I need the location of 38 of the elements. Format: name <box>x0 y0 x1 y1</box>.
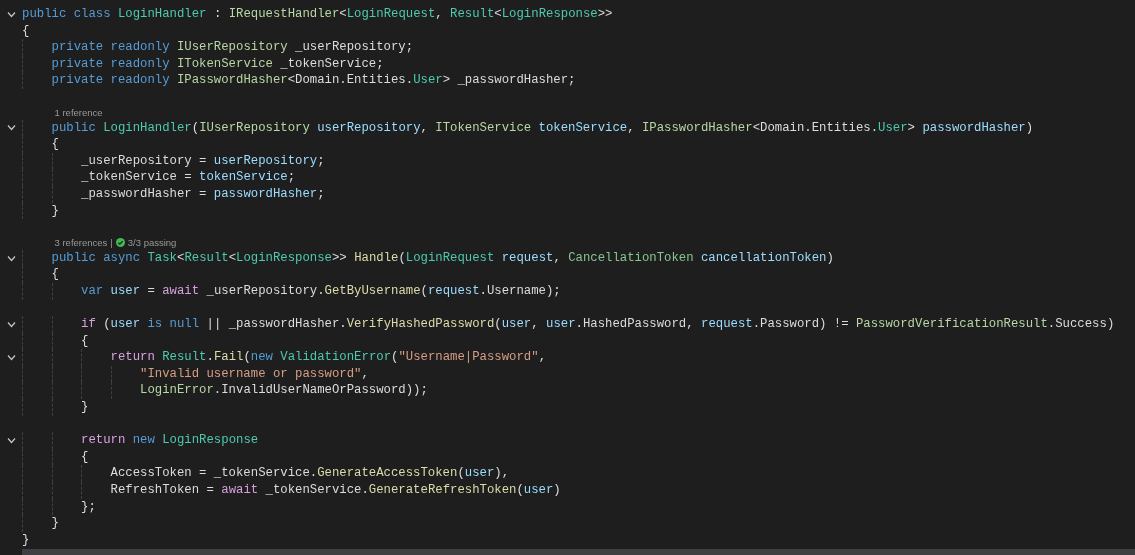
code-line: var user = await _userRepository.GetByUsername(request.Username); <box>22 282 561 300</box>
code-line: public async Task<Result<LoginResponse>> Handle(LoginRequest request, CancellationToken cancellationToken) <box>22 249 834 267</box>
code-line: "Invalid username or password", <box>22 365 369 383</box>
horizontal-scrollbar[interactable] <box>22 549 1135 555</box>
separator: | <box>110 235 113 250</box>
chevron-down-icon[interactable] <box>6 123 16 133</box>
code-line: _tokenService = tokenService; <box>22 169 296 186</box>
tests-status-link[interactable]: 3/3 passing <box>127 235 177 250</box>
code-line: LoginError.InvalidUserNameOrPassword)); <box>22 382 428 400</box>
code-line: private readonly ITokenService _tokenService; <box>22 55 384 73</box>
code-line: }; <box>22 498 96 516</box>
code-line: RefreshToken = await _tokenService.GenerateRefreshToken(user) <box>22 482 561 499</box>
code-line: public LoginHandler(IUserRepository userRepository, ITokenService tokenService, IPasswordHasher<Domain.Entities.User> passwordHasher) <box>22 119 1034 137</box>
code-line: { <box>22 448 89 466</box>
code-line: _passwordHasher = passwordHasher; <box>22 185 325 203</box>
chevron-down-icon[interactable] <box>6 319 16 329</box>
code-line: private readonly IUserRepository _userRepository; <box>22 39 414 56</box>
code-line: public class LoginHandler : IRequestHandler<LoginRequest, Result<LoginResponse>> <box>22 6 613 23</box>
code-line: { <box>22 22 30 40</box>
chevron-down-icon[interactable] <box>6 9 16 19</box>
code-line: } <box>22 202 59 220</box>
code-line: { <box>22 136 59 153</box>
code-line: } <box>22 531 30 549</box>
references-link[interactable]: 3 references <box>54 235 108 250</box>
code-line: } <box>22 515 59 532</box>
code-line: private readonly IPasswordHasher<Domain.Entities.User> _passwordHasher; <box>22 72 576 89</box>
code-line: { <box>22 266 59 283</box>
chevron-down-icon[interactable] <box>6 353 16 363</box>
code-line: _userRepository = userRepository; <box>22 152 325 170</box>
code-line: return Result.Fail(new ValidationError("Username|Password", <box>22 349 547 366</box>
code-line: return new LoginResponse <box>22 432 259 449</box>
chevron-down-icon[interactable] <box>6 436 16 446</box>
chevron-down-icon[interactable] <box>6 253 16 263</box>
code-line: if (user is null || _passwordHasher.VerifyHashedPassword(user, user.HashedPassword, request.Password) != PasswordVerificationResult.Success) <box>22 316 1115 333</box>
code-line: AccessToken = _tokenService.GenerateAccessToken(user), <box>22 465 510 483</box>
references-link[interactable]: 1 reference <box>54 105 103 120</box>
code-line: { <box>22 332 89 350</box>
code-line: } <box>22 399 89 416</box>
